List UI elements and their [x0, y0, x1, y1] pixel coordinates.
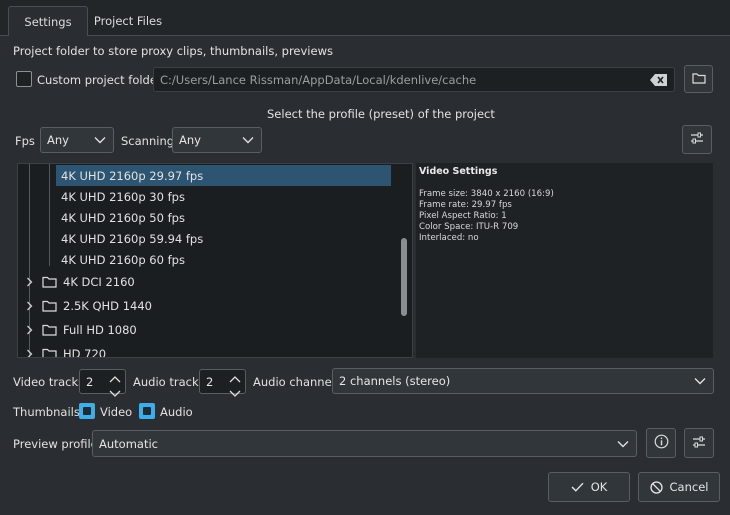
- project-folder-path-text: C:/Users/Lance Rissman/AppData/Local/kde…: [160, 72, 477, 87]
- folder-icon: [691, 72, 706, 87]
- pixel-aspect-text: Pixel Aspect Ratio: 1: [419, 211, 507, 221]
- video-tracks-label: Video tracks: [13, 375, 85, 389]
- tab-project-files-label: Project Files: [93, 14, 163, 28]
- tab-bar: Settings Project Files: [0, 0, 730, 36]
- profile-heading: Select the profile (preset) of the proje…: [267, 107, 495, 121]
- chevron-down-icon[interactable]: [109, 386, 121, 400]
- tree-item-label: 4K UHD 2160p 59.94 fps: [61, 231, 204, 246]
- chevron-right-icon[interactable]: [22, 349, 36, 357]
- tree-scrollbar[interactable]: [400, 168, 408, 353]
- info-icon: [654, 434, 669, 452]
- tree-folder-full-hd[interactable]: Full HD 1080: [22, 319, 137, 340]
- preview-profile-label: Preview profile: [13, 437, 98, 451]
- video-settings-title: Video Settings: [419, 166, 498, 177]
- tree-item-2160p-2997[interactable]: 4K UHD 2160p 29.97 fps: [56, 165, 391, 186]
- ok-label: OK: [590, 480, 608, 494]
- browse-folder-button[interactable]: [684, 65, 713, 93]
- tree-folder-hd-720[interactable]: HD 720: [22, 343, 107, 358]
- preview-info-button[interactable]: [646, 428, 676, 458]
- fps-select[interactable]: Any: [40, 127, 114, 153]
- scanning-value: Any: [179, 133, 201, 147]
- scanning-select[interactable]: Any: [172, 127, 262, 153]
- thumbnails-video-label: Video: [100, 405, 133, 419]
- thumbnails-audio-label: Audio: [160, 405, 193, 419]
- tab-project-files[interactable]: Project Files: [88, 6, 168, 36]
- chevron-down-icon: [241, 133, 255, 147]
- check-icon: [571, 482, 584, 492]
- chevron-down-icon: [616, 437, 630, 451]
- tree-folder-label: Full HD 1080: [63, 322, 137, 337]
- cancel-label: Cancel: [669, 480, 709, 494]
- tab-settings-label: Settings: [24, 14, 72, 29]
- project-folder-path-field[interactable]: C:/Users/Lance Rissman/AppData/Local/kde…: [153, 67, 675, 92]
- tree-item-label: 4K UHD 2160p 60 fps: [61, 252, 185, 267]
- profile-tree[interactable]: 4K UHD 2160p 29.97 fps 4K UHD 2160p 30 f…: [17, 163, 413, 358]
- clear-icon[interactable]: [650, 73, 668, 90]
- tree-item-label: 4K UHD 2160p 30 fps: [61, 189, 185, 204]
- tree-item-2160p-60[interactable]: 4K UHD 2160p 60 fps: [56, 249, 185, 270]
- tree-item-label: 4K UHD 2160p 29.97 fps: [61, 168, 204, 183]
- fps-value: Any: [47, 133, 69, 147]
- tab-settings[interactable]: Settings: [8, 6, 88, 36]
- folder-icon: [42, 324, 57, 336]
- tree-item-2160p-30[interactable]: 4K UHD 2160p 30 fps: [56, 186, 185, 207]
- tree-folder-label: 2.5K QHD 1440: [63, 298, 152, 313]
- preview-profile-select[interactable]: Automatic: [92, 430, 637, 457]
- chevron-down-icon: [693, 374, 707, 388]
- cancel-button[interactable]: Cancel: [638, 472, 720, 502]
- sliders-icon: [690, 132, 704, 147]
- tree-folder-4k-dci[interactable]: 4K DCI 2160: [22, 271, 135, 292]
- tree-folder-25k-qhd[interactable]: 2.5K QHD 1440: [22, 295, 152, 316]
- preview-profile-value: Automatic: [99, 436, 158, 451]
- interlaced-text: Interlaced: no: [419, 233, 479, 243]
- thumbnails-video-checkbox[interactable]: [79, 403, 95, 419]
- folder-icon: [42, 348, 57, 357]
- scanning-label: Scanning: [121, 134, 175, 148]
- video-tracks-spinbox[interactable]: 2: [79, 369, 126, 397]
- preview-settings-button[interactable]: [684, 428, 714, 458]
- tree-guide-line: [49, 164, 50, 266]
- custom-project-folder-label: Custom project folder: [37, 73, 162, 87]
- custom-project-folder-checkbox[interactable]: [16, 71, 32, 87]
- cancel-icon: [649, 480, 663, 494]
- video-settings-panel: Video Settings Frame size: 3840 x 2160 (…: [416, 163, 713, 358]
- thumbnails-label: Thumbnails:: [13, 405, 84, 419]
- audio-channels-select[interactable]: 2 channels (stereo): [332, 368, 714, 394]
- audio-tracks-label: Audio tracks: [133, 375, 205, 389]
- audio-channels-label: Audio channels: [253, 375, 341, 389]
- project-folder-heading: Project folder to store proxy clips, thu…: [13, 44, 333, 58]
- video-tracks-value: 2: [86, 374, 94, 389]
- folder-icon: [42, 276, 57, 288]
- chevron-right-icon[interactable]: [22, 325, 36, 335]
- ok-button[interactable]: OK: [548, 472, 630, 502]
- tree-item-label: 4K UHD 2160p 50 fps: [61, 210, 185, 225]
- tree-item-2160p-5994[interactable]: 4K UHD 2160p 59.94 fps: [56, 228, 203, 249]
- profile-settings-button[interactable]: [682, 125, 712, 154]
- frame-size-text: Frame size: 3840 x 2160 (16:9): [419, 189, 554, 199]
- audio-channels-value: 2 channels (stereo): [339, 374, 451, 388]
- chevron-down-icon[interactable]: [229, 386, 241, 400]
- audio-tracks-spinbox[interactable]: 2: [199, 369, 246, 397]
- chevron-right-icon[interactable]: [22, 301, 36, 311]
- audio-tracks-value: 2: [206, 374, 214, 389]
- tree-folder-label: HD 720: [63, 346, 107, 358]
- thumbnails-audio-checkbox[interactable]: [139, 403, 155, 419]
- tree-scrollbar-thumb[interactable]: [401, 238, 407, 316]
- tree-item-2160p-50[interactable]: 4K UHD 2160p 50 fps: [56, 207, 185, 228]
- sliders-icon: [692, 436, 706, 451]
- chevron-up-icon[interactable]: [109, 372, 121, 386]
- frame-rate-text: Frame rate: 29.97 fps: [419, 200, 512, 210]
- color-space-text: Color Space: ITU-R 709: [419, 222, 519, 232]
- chevron-down-icon: [93, 133, 107, 147]
- tree-folder-label: 4K DCI 2160: [63, 274, 135, 289]
- fps-label: Fps: [15, 134, 35, 148]
- chevron-right-icon[interactable]: [22, 277, 36, 287]
- chevron-up-icon[interactable]: [229, 372, 241, 386]
- folder-icon: [42, 300, 57, 312]
